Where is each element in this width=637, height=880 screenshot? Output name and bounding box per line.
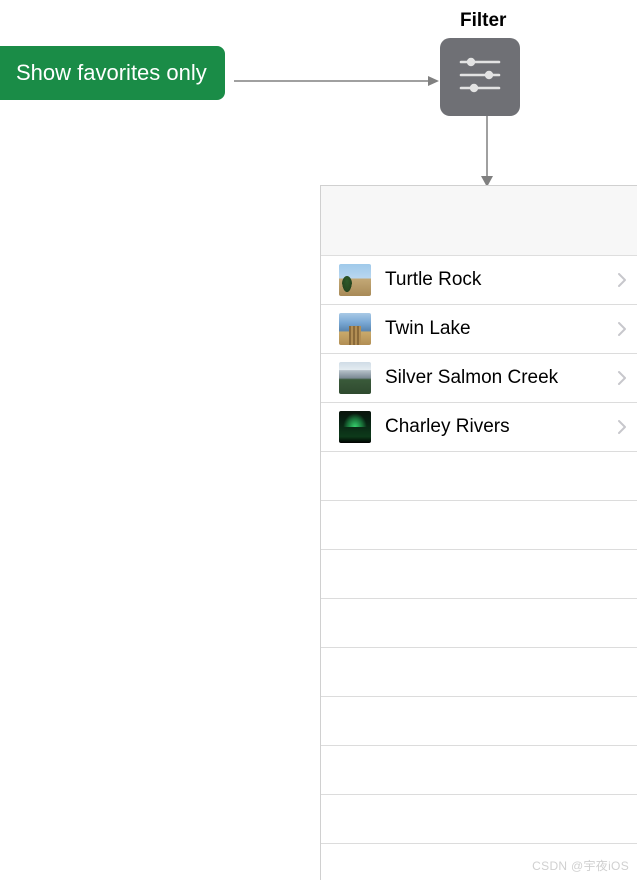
thumbnail (339, 411, 371, 443)
list-item[interactable]: Charley Rivers (321, 403, 637, 452)
list-item[interactable]: Twin Lake (321, 305, 637, 354)
thumbnail (339, 313, 371, 345)
list-item-empty (321, 697, 637, 746)
chevron-right-icon (617, 370, 627, 386)
thumbnail (339, 264, 371, 296)
list-item-title: Charley Rivers (385, 416, 617, 438)
chevron-right-icon (617, 419, 627, 435)
list-item-title: Turtle Rock (385, 269, 617, 291)
list-item-empty (321, 746, 637, 795)
chevron-right-icon (617, 272, 627, 288)
list-item-empty (321, 795, 637, 844)
list-item-empty (321, 599, 637, 648)
landmarks-list[interactable]: Turtle Rock Twin Lake Silver Salmon Creek C… (321, 256, 637, 880)
arrow-callout-to-filter (234, 75, 440, 77)
list-item-empty (321, 501, 637, 550)
list-item-empty (321, 648, 637, 697)
list-item-title: Twin Lake (385, 318, 617, 340)
sliders-icon (457, 52, 503, 103)
navigation-bar (321, 186, 637, 256)
filter-heading: Filter (460, 10, 506, 32)
list-item-empty (321, 550, 637, 599)
list-item-title: Silver Salmon Creek (385, 367, 617, 389)
phone-frame: Turtle Rock Twin Lake Silver Salmon Creek C… (320, 185, 637, 880)
callout-show-favorites: Show favorites only (0, 46, 225, 100)
arrow-filter-to-list (477, 116, 497, 188)
list-item[interactable]: Silver Salmon Creek (321, 354, 637, 403)
thumbnail (339, 362, 371, 394)
list-item[interactable]: Turtle Rock (321, 256, 637, 305)
chevron-right-icon (617, 321, 627, 337)
filter-button[interactable] (440, 38, 520, 116)
list-item-empty (321, 452, 637, 501)
